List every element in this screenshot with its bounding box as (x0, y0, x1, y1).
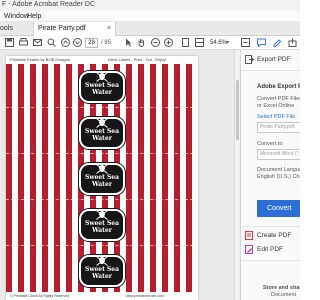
select-pdf-file-link[interactable]: Select PDF File (257, 113, 295, 121)
skull-crossbones-icon (96, 72, 108, 82)
window-title: F - Adobe Acrobat Reader DC (2, 1, 95, 8)
search-icon[interactable] (46, 38, 56, 48)
page-footer-right: www.printablecrush.com (126, 294, 164, 298)
cut-line (6, 153, 198, 154)
create-pdf-tool[interactable]: Create PDF (241, 230, 300, 242)
export-pdf-label: Export PDF (257, 56, 291, 63)
print-icon[interactable] (18, 38, 28, 48)
close-tab-icon[interactable]: × (107, 22, 111, 36)
selected-file-field[interactable]: Pirate Party.pdf (257, 122, 300, 133)
export-pdf-icon (245, 55, 254, 64)
select-cursor-icon[interactable] (123, 38, 133, 48)
skull-crossbones-icon (96, 164, 108, 174)
label-text-line1: Sweet Sea (84, 266, 120, 273)
document-viewer[interactable]: Printable Pirates by BOB Designs Drink L… (0, 50, 240, 300)
comment-icon[interactable] (256, 38, 266, 48)
tab-document-label: Pirate Party.pdf (38, 25, 86, 32)
skull-crossbones-icon (96, 210, 108, 220)
hand-tool-icon[interactable] (136, 38, 146, 48)
skull-crossbones-icon (96, 118, 108, 128)
next-page-icon[interactable] (72, 38, 82, 48)
label-text-line1: Sweet Sea (84, 128, 120, 135)
tab-document[interactable]: Pirate Party.pdf × (33, 22, 116, 36)
scrollbar-thumb[interactable] (236, 80, 239, 140)
zoom-in-icon[interactable] (163, 38, 173, 48)
page-header: Printable Pirates by BOB Designs Drink L… (6, 56, 198, 64)
toolbar-more-icon[interactable] (240, 38, 250, 48)
convert-button[interactable]: Convert (257, 200, 300, 217)
divider (241, 70, 300, 71)
page-total: / 85 (101, 40, 112, 46)
label-text-line2: Water (92, 135, 112, 142)
email-icon[interactable] (32, 38, 42, 48)
create-pdf-label: Create PDF (257, 232, 292, 239)
tab-tools[interactable]: ools (0, 22, 20, 36)
drink-label: Sweet Sea Water (76, 114, 128, 152)
menu-item-help[interactable]: Help (27, 11, 41, 22)
toolbar: 28 / 85 54.6% ▾ (0, 36, 300, 50)
cut-line (6, 245, 198, 246)
page-number-input[interactable]: 28 (85, 38, 98, 48)
title-bar: F - Adobe Acrobat Reader DC (0, 0, 300, 11)
label-text-line1: Sweet Sea (84, 82, 120, 89)
drink-label: Sweet Sea Water (76, 68, 128, 106)
export-pdf-tool[interactable]: Export PDF (241, 54, 300, 66)
label-text-line2: Water (92, 181, 112, 188)
promo-line2: Document (271, 292, 297, 298)
right-tools-panel: Export PDF Adobe Export PDF Convert PDF … (240, 50, 300, 300)
zoom-level[interactable]: 54.6% (210, 38, 227, 48)
drink-label: Sweet Sea Water (76, 252, 128, 290)
label-text-line1: Sweet Sea (84, 174, 120, 181)
prev-page-icon[interactable] (60, 38, 70, 48)
cut-line (6, 107, 198, 108)
label-text-line1: Sweet Sea (84, 220, 120, 227)
edit-pdf-label: Edit PDF (257, 246, 284, 253)
divider (241, 260, 300, 261)
convert-to-label: Convert to (257, 141, 283, 147)
share-icon[interactable] (287, 38, 297, 48)
label-text-line2: Water (92, 227, 112, 234)
cut-line (6, 199, 198, 200)
page-header-left: Printable Pirates by BOB Designs (10, 57, 70, 62)
menu-item-window[interactable]: Window (4, 11, 29, 22)
page-header-right: Drink Labels - Print - Cut - Enjoy! (108, 57, 167, 62)
pdf-page: Printable Pirates by BOB Designs Drink L… (6, 56, 198, 300)
edit-pdf-tool[interactable]: Edit PDF (241, 244, 300, 256)
page-footer: © Printable Crush All Rights Reserved ww… (6, 292, 198, 300)
export-desc-line2: or Excel Online (257, 103, 295, 109)
tab-bar: ools Pirate Party.pdf × (0, 22, 300, 36)
fit-page-icon[interactable] (180, 38, 190, 48)
save-icon[interactable] (4, 38, 14, 48)
label-text-line2: Water (92, 89, 112, 96)
language-value[interactable]: English (U.S.) Change (257, 173, 300, 181)
page-footer-left: © Printable Crush All Rights Reserved (10, 294, 70, 298)
export-section-title: Adobe Export PDF (257, 84, 300, 90)
zoom-dropdown-icon[interactable]: ▾ (226, 38, 229, 48)
zoom-out-icon[interactable] (150, 38, 160, 48)
skull-crossbones-icon (96, 256, 108, 266)
label-text-line2: Water (92, 273, 112, 280)
drink-label: Sweet Sea Water (76, 160, 128, 198)
edit-pdf-icon (245, 245, 253, 254)
format-select[interactable]: Microsoft Word (*. (257, 149, 300, 160)
divider (241, 226, 300, 227)
menu-bar: Window Help (0, 11, 300, 22)
scroll-mode-icon[interactable] (194, 38, 204, 48)
drink-label: Sweet Sea Water (76, 206, 128, 244)
sign-icon[interactable] (272, 38, 282, 48)
create-pdf-icon (245, 231, 253, 240)
